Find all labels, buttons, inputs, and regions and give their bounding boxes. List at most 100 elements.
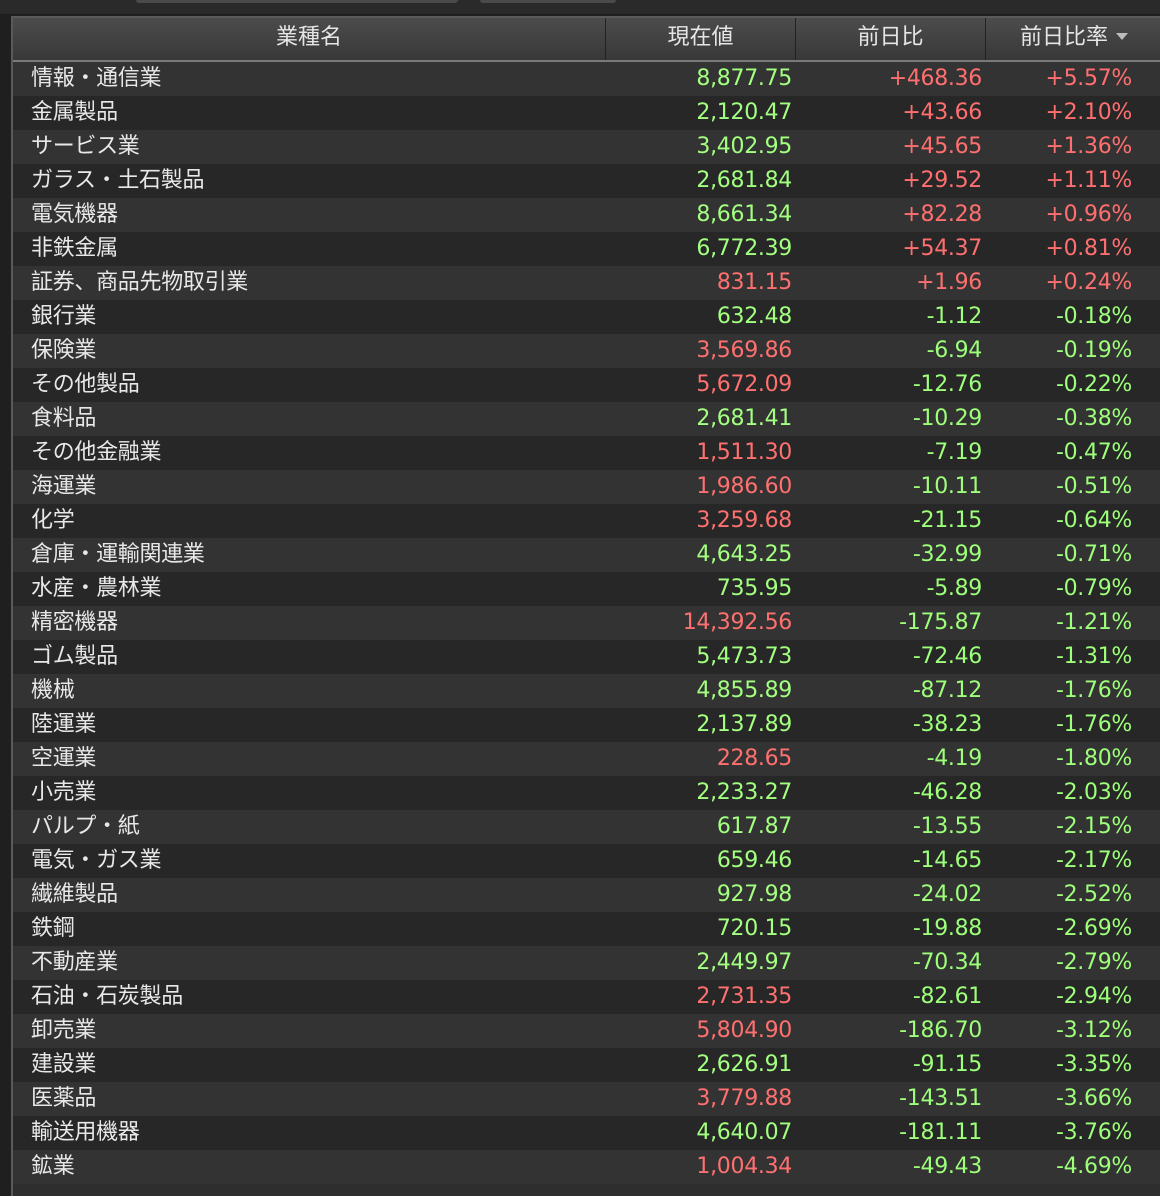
price-change-pct: -0.18% [1055,304,1132,329]
price-change-pct: -0.47% [1055,440,1132,465]
current-price: 4,855.89 [696,678,792,703]
table-row[interactable]: 金属製品 2,120.47 +43.66 +2.10% [13,96,1160,130]
price-change: -24.02 [912,882,982,907]
price-change-pct: +2.10% [1045,100,1132,125]
column-header-change-pct[interactable]: 前日比率 [986,18,1160,60]
price-change-pct: -3.12% [1055,1018,1132,1043]
table-row[interactable]: 証券、商品先物取引業 831.15 +1.96 +0.24% [13,266,1160,300]
sector-name: 金属製品 [31,100,118,125]
sector-name: 海運業 [31,474,97,499]
top-tab-left[interactable] [136,0,458,3]
current-price: 2,681.84 [696,168,792,193]
table-row[interactable]: 卸売業 5,804.90 -186.70 -3.12% [13,1014,1160,1048]
price-change-pct: -0.64% [1055,508,1132,533]
table-row[interactable]: 保険業 3,569.86 -6.94 -0.19% [13,334,1160,368]
sector-name: 非鉄金属 [31,236,118,261]
column-header-price-label: 現在値 [667,25,734,50]
sort-descending-icon[interactable] [1116,32,1128,40]
price-change-pct: -0.22% [1055,372,1132,397]
table-row[interactable]: 小売業 2,233.27 -46.28 -2.03% [13,776,1160,810]
price-change: +45.65 [902,134,982,159]
table-row[interactable]: ガラス・土石製品 2,681.84 +29.52 +1.11% [13,164,1160,198]
table-row[interactable]: 陸運業 2,137.89 -38.23 -1.76% [13,708,1160,742]
current-price: 5,804.90 [696,1018,792,1043]
current-price: 8,661.34 [696,202,792,227]
table-row[interactable]: 石油・石炭製品 2,731.35 -82.61 -2.94% [13,980,1160,1014]
price-change-pct: +0.81% [1045,236,1132,261]
current-price: 5,473.73 [696,644,792,669]
table-row[interactable]: 繊維製品 927.98 -24.02 -2.52% [13,878,1160,912]
price-change-pct: -4.69% [1055,1154,1132,1179]
current-price: 3,779.88 [696,1086,792,1111]
table-row[interactable]: 不動産業 2,449.97 -70.34 -2.79% [13,946,1160,980]
price-change: -32.99 [912,542,982,567]
sector-name: 空運業 [31,746,97,771]
current-price: 3,402.95 [696,134,792,159]
sector-name: 保険業 [31,338,97,363]
current-price: 720.15 [716,916,792,941]
table-row[interactable]: その他製品 5,672.09 -12.76 -0.22% [13,368,1160,402]
current-price: 3,259.68 [696,508,792,533]
current-price: 659.46 [716,848,792,873]
table-row[interactable]: 非鉄金属 6,772.39 +54.37 +0.81% [13,232,1160,266]
price-change: -6.94 [926,338,983,363]
table-row[interactable]: サービス業 3,402.95 +45.65 +1.36% [13,130,1160,164]
price-change: -4.19 [926,746,983,771]
sector-name: 精密機器 [31,610,118,635]
price-change-pct: +0.24% [1045,270,1132,295]
table-row[interactable]: 食料品 2,681.41 -10.29 -0.38% [13,402,1160,436]
table-row[interactable]: 医薬品 3,779.88 -143.51 -3.66% [13,1082,1160,1116]
current-price: 1,986.60 [696,474,792,499]
current-price: 8,877.75 [696,66,792,91]
sector-name: 鉄鋼 [31,916,75,941]
table-row[interactable]: 化学 3,259.68 -21.15 -0.64% [13,504,1160,538]
sector-name: 陸運業 [31,712,97,737]
current-price: 1,511.30 [696,440,792,465]
current-price: 6,772.39 [696,236,792,261]
price-change-pct: -0.19% [1055,338,1132,363]
column-header-name[interactable]: 業種名 [13,18,606,60]
price-change: -14.65 [912,848,982,873]
current-price: 2,137.89 [696,712,792,737]
price-change: -91.15 [912,1052,982,1077]
table-row[interactable]: 建設業 2,626.91 -91.15 -3.35% [13,1048,1160,1082]
price-change-pct: -1.21% [1055,610,1132,635]
table-row[interactable]: 精密機器 14,392.56 -175.87 -1.21% [13,606,1160,640]
table-row[interactable]: 倉庫・運輸関連業 4,643.25 -32.99 -0.71% [13,538,1160,572]
table-row[interactable]: 鉱業 1,004.34 -49.43 -4.69% [13,1150,1160,1184]
table-row[interactable]: 輸送用機器 4,640.07 -181.11 -3.76% [13,1116,1160,1150]
table-row[interactable]: 情報・通信業 8,877.75 +468.36 +5.57% [13,62,1160,96]
current-price: 5,672.09 [696,372,792,397]
price-change-pct: -3.76% [1055,1120,1132,1145]
table-row[interactable]: 空運業 228.65 -4.19 -1.80% [13,742,1160,776]
table-row[interactable]: 海運業 1,986.60 -10.11 -0.51% [13,470,1160,504]
column-header-change-pct-label: 前日比率 [1019,25,1108,50]
table-row[interactable]: ゴム製品 5,473.73 -72.46 -1.31% [13,640,1160,674]
table-row[interactable]: 機械 4,855.89 -87.12 -1.76% [13,674,1160,708]
price-change: -1.12 [926,304,983,329]
price-change-pct: +5.57% [1045,66,1132,91]
table-row[interactable]: 鉄鋼 720.15 -19.88 -2.69% [13,912,1160,946]
sector-name: 輸送用機器 [31,1120,140,1145]
price-change-pct: +1.36% [1045,134,1132,159]
table-row[interactable]: 電気・ガス業 659.46 -14.65 -2.17% [13,844,1160,878]
current-price: 617.87 [716,814,792,839]
sector-table: 業種名 現在値 前日比 前日比率 情報・通信業 8,877.75 +468.36 +5… [11,16,1160,1196]
price-change: -70.34 [912,950,982,975]
price-change-pct: -0.71% [1055,542,1132,567]
table-row[interactable]: パルプ・紙 617.87 -13.55 -2.15% [13,810,1160,844]
column-header-change-label: 前日比 [857,25,924,50]
price-change: -186.70 [899,1018,982,1043]
table-row[interactable]: 銀行業 632.48 -1.12 -0.18% [13,300,1160,334]
price-change: -72.46 [912,644,982,669]
price-change-pct: -2.69% [1055,916,1132,941]
top-tab-right[interactable] [480,0,616,3]
table-row[interactable]: 電気機器 8,661.34 +82.28 +0.96% [13,198,1160,232]
column-header-change[interactable]: 前日比 [796,18,986,60]
table-row[interactable]: その他金融業 1,511.30 -7.19 -0.47% [13,436,1160,470]
column-header-price[interactable]: 現在値 [606,18,796,60]
sector-name: 食料品 [31,406,97,431]
price-change: +43.66 [902,100,982,125]
table-row[interactable]: 水産・農林業 735.95 -5.89 -0.79% [13,572,1160,606]
price-change-pct: -3.35% [1055,1052,1132,1077]
